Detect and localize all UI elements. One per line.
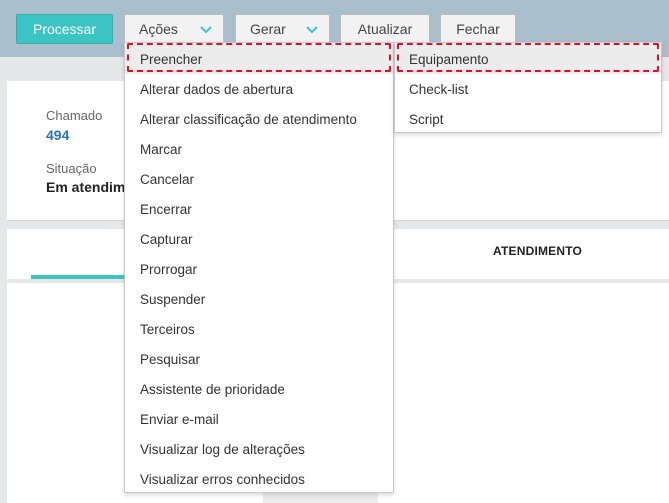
menu-item-assistente-prioridade[interactable]: Assistente de prioridade [125,374,393,404]
menu-item-marcar[interactable]: Marcar [125,134,393,164]
chamado-label: Chamado [46,108,103,123]
menu-item-visualizar-log[interactable]: Visualizar log de alterações [125,434,393,464]
gerar-button-label: Gerar [250,21,286,37]
active-tab-indicator [31,275,131,279]
submenu-item-script[interactable]: Script [395,104,661,134]
menu-item-terceiros[interactable]: Terceiros [125,314,393,344]
menu-item-encerrar[interactable]: Encerrar [125,194,393,224]
menu-item-alterar-dados-abertura[interactable]: Alterar dados de abertura [125,74,393,104]
acoes-button-label: Ações [139,21,178,37]
situacao-label: Situação [46,161,97,176]
preencher-submenu: Equipamento Check-list Script [394,42,662,133]
chevron-down-icon [306,26,318,34]
acoes-dropdown-button[interactable]: Ações [124,14,224,44]
menu-item-enviar-email[interactable]: Enviar e-mail [125,404,393,434]
menu-item-pesquisar[interactable]: Pesquisar [125,344,393,374]
chamado-number-link[interactable]: 494 [46,127,69,143]
submenu-item-check-list[interactable]: Check-list [395,74,661,104]
situacao-value: Em atendime [46,179,134,195]
menu-item-suspender[interactable]: Suspender [125,284,393,314]
menu-item-cancelar[interactable]: Cancelar [125,164,393,194]
gerar-dropdown-button[interactable]: Gerar [235,14,330,44]
fechar-button[interactable]: Fechar [440,14,516,44]
menu-item-preencher[interactable]: Preencher [125,44,393,74]
atualizar-button[interactable]: Atualizar [340,14,430,44]
acoes-dropdown-menu: Preencher Alterar dados de abertura Alte… [124,42,394,493]
chevron-down-icon [200,26,212,34]
menu-item-capturar[interactable]: Capturar [125,224,393,254]
menu-item-visualizar-erros[interactable]: Visualizar erros conhecidos [125,464,393,494]
tab-atendimento[interactable]: ATENDIMENTO [493,244,582,258]
menu-item-prorrogar[interactable]: Prorrogar [125,254,393,284]
menu-item-alterar-classificacao[interactable]: Alterar classificação de atendimento [125,104,393,134]
processar-button[interactable]: Processar [16,14,113,44]
submenu-item-equipamento[interactable]: Equipamento [395,44,661,74]
